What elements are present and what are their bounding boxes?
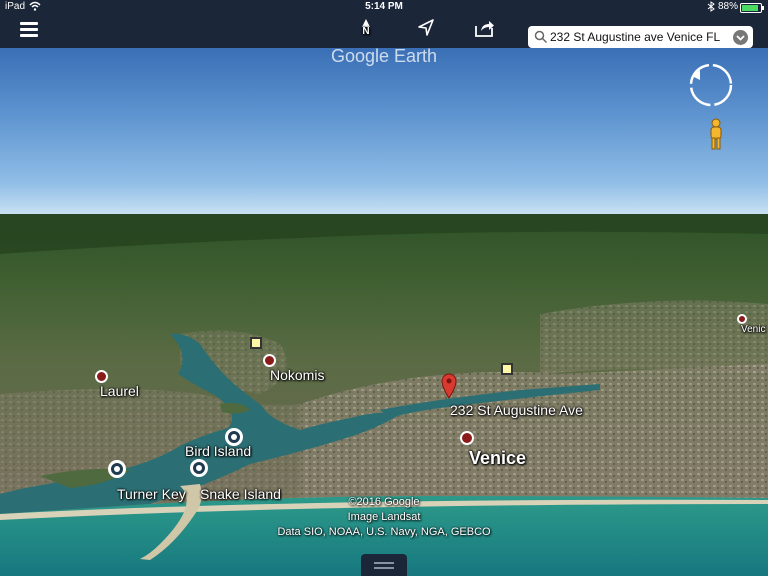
bird-island-label[interactable]: Bird Island (185, 443, 251, 459)
copyright-text: ©2016 Google (348, 496, 420, 508)
battery-icon (740, 3, 764, 13)
location-arrow-icon[interactable] (414, 16, 438, 40)
google-earth-watermark: Google Earth (330, 48, 438, 66)
venice-edge-marker[interactable] (737, 314, 747, 324)
venice-marker[interactable] (460, 431, 474, 445)
search-input[interactable]: 232 St Augustine ave Venice FL (550, 30, 720, 44)
toolbar: N 232 St Augustine ave Venice FL (0, 14, 768, 48)
laurel-label[interactable]: Laurel (100, 383, 139, 399)
searched-address-label[interactable]: 232 St Augustine Ave (450, 402, 583, 418)
data-credit: Data SIO, NOAA, U.S. Navy, NGA, GEBCO (277, 526, 491, 538)
earth-map-view[interactable]: Google Earth Laurel Nokomis Bird Island … (0, 48, 768, 576)
search-bar[interactable]: 232 St Augustine ave Venice FL (528, 26, 753, 48)
share-icon[interactable] (472, 16, 496, 40)
battery-level (742, 5, 758, 11)
drawer-handle[interactable] (361, 554, 407, 576)
imagery-credit: Image Landsat (347, 511, 421, 523)
laurel-marker[interactable] (95, 370, 108, 383)
landmark-marker[interactable] (250, 337, 262, 349)
sky (0, 48, 768, 216)
turner-key-marker[interactable] (108, 460, 126, 478)
bluetooth-icon (707, 1, 715, 12)
search-icon (534, 30, 548, 44)
venice-edge-label[interactable]: Venic (741, 324, 765, 335)
pegman-icon[interactable] (708, 118, 724, 150)
north-label: N (362, 26, 370, 37)
nokomis-label[interactable]: Nokomis (270, 367, 324, 383)
snake-island-marker[interactable] (190, 459, 208, 477)
status-bar: iPad 5:14 PM 88% (0, 0, 768, 14)
landmark-marker[interactable] (501, 363, 513, 375)
venice-label[interactable]: Venice (469, 448, 526, 469)
menu-button[interactable] (20, 18, 40, 42)
north-button[interactable]: N (356, 16, 376, 46)
compass-icon[interactable] (686, 60, 736, 110)
battery-percent: 88% (718, 1, 739, 12)
chevron-down-icon[interactable] (733, 30, 748, 45)
status-time: 5:14 PM (365, 1, 403, 12)
nokomis-marker[interactable] (263, 354, 276, 367)
location-pin-icon[interactable] (441, 373, 457, 399)
